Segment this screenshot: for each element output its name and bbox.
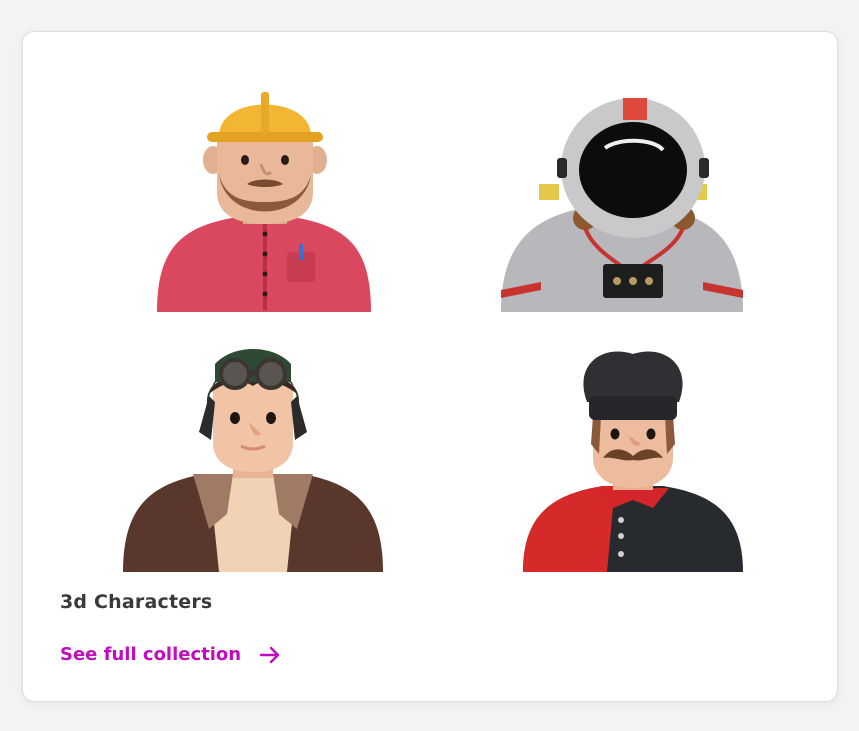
construction-worker-icon bbox=[135, 74, 395, 324]
aviator-icon bbox=[123, 324, 383, 574]
see-full-collection-link[interactable]: See full collection bbox=[60, 644, 281, 665]
see-full-collection-label: See full collection bbox=[60, 644, 242, 665]
arrow-right-icon bbox=[259, 645, 281, 665]
chef-icon bbox=[503, 324, 763, 574]
collection-card: 3d Characters See full collection bbox=[22, 31, 838, 702]
collection-title: 3d Characters bbox=[60, 591, 213, 613]
astronaut-icon bbox=[493, 68, 753, 318]
